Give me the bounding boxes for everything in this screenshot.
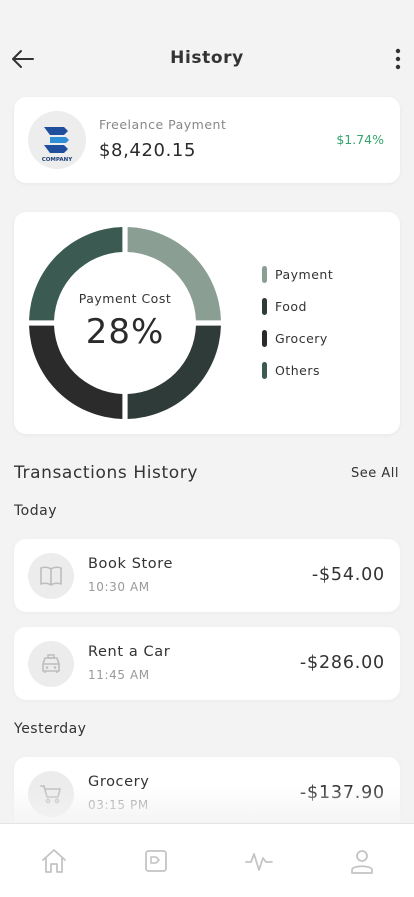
bottom-tab-bar <box>0 823 414 897</box>
transaction-time: 10:30 AM <box>88 580 150 594</box>
donut-slice-others <box>29 227 123 321</box>
payment-card[interactable]: COMPANY Freelance Payment $8,420.15 $1.7… <box>14 97 400 183</box>
transaction-amount: -$286.00 <box>299 653 385 673</box>
car-icon <box>42 654 60 673</box>
transaction-item[interactable]: Book Store 10:30 AM -$54.00 <box>14 539 400 612</box>
cart-icon <box>40 785 61 804</box>
legend-label: Grocery <box>275 331 328 346</box>
donut-center-value: 28% <box>85 312 165 352</box>
transaction-item[interactable]: Grocery 03:15 PM -$137.90 <box>14 757 400 830</box>
legend-label: Food <box>275 299 307 314</box>
transaction-time: 03:15 PM <box>88 798 149 812</box>
transaction-name: Grocery <box>88 774 150 790</box>
legend-swatch <box>262 330 267 347</box>
legend-label: Payment <box>275 267 334 282</box>
legend-swatch <box>262 266 267 283</box>
page-title: History <box>170 48 244 68</box>
legend-label: Others <box>275 363 321 378</box>
group-label-today: Today <box>14 503 57 519</box>
group-label-yesterday: Yesterday <box>14 721 87 737</box>
activity-icon[interactable] <box>244 846 274 876</box>
payment-change: $1.74% <box>336 132 384 147</box>
legend-swatch <box>262 362 267 379</box>
transaction-name: Book Store <box>88 556 174 572</box>
transaction-name: Rent a Car <box>88 644 171 660</box>
book-icon <box>40 566 62 586</box>
transaction-amount: -$54.00 <box>311 565 385 585</box>
payment-amount: $8,420.15 <box>99 140 197 161</box>
legend-swatch <box>262 298 267 315</box>
home-icon[interactable] <box>39 846 69 876</box>
transaction-icon-wrap <box>28 641 74 687</box>
transaction-item[interactable]: Rent a Car 11:45 AM -$286.00 <box>14 627 400 700</box>
more-vertical-icon[interactable] <box>392 46 404 72</box>
wallet-icon[interactable] <box>141 846 171 876</box>
header: History <box>0 36 414 80</box>
transaction-icon-wrap <box>28 553 74 599</box>
company-logo: COMPANY <box>28 111 86 169</box>
company-logo-icon: COMPANY <box>42 127 74 163</box>
chart-card: Payment Cost 28% Payment Food Grocery Other… <box>14 212 400 434</box>
donut-center-label: Payment Cost <box>78 291 172 306</box>
transaction-time: 11:45 AM <box>88 668 150 682</box>
logo-text: COMPANY <box>42 157 74 163</box>
transaction-icon-wrap <box>28 771 74 817</box>
transaction-amount: -$137.90 <box>299 783 385 803</box>
transactions-title: Transactions History <box>14 463 198 483</box>
payment-label: Freelance Payment <box>99 117 227 132</box>
user-icon[interactable] <box>347 846 377 876</box>
donut-slice-payment <box>127 227 221 321</box>
see-all-link[interactable]: See All <box>351 466 399 481</box>
